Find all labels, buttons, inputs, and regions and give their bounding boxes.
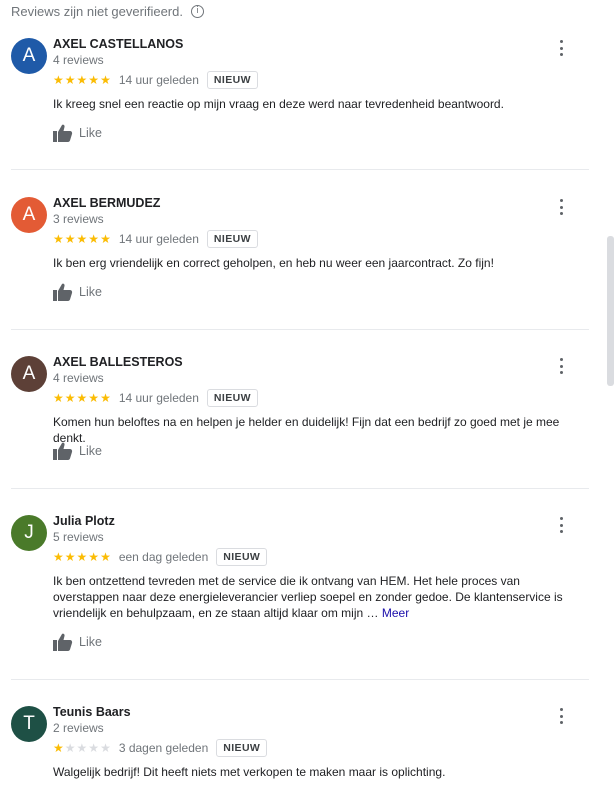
- star-icon: ★: [53, 391, 64, 405]
- reviewer-name[interactable]: AXEL BALLESTEROS: [53, 355, 183, 369]
- info-icon[interactable]: i: [190, 5, 204, 18]
- more-options-icon[interactable]: [555, 199, 567, 215]
- review-card: A AXEL BALLESTEROS 4 reviews ★ ★ ★ ★ ★ 14 uu…: [11, 355, 589, 489]
- thumbs-up-icon: [53, 442, 73, 460]
- star-icon: ★: [88, 391, 100, 405]
- review-meta: ★ ★ ★ ★ ★ een dag geleden NIEUW: [53, 547, 268, 567]
- review-card: A AXEL CASTELLANOS 4 reviews ★ ★ ★ ★ ★ 14 uu…: [11, 37, 589, 170]
- thumbs-up-icon: [53, 633, 73, 651]
- like-button[interactable]: Like: [53, 442, 102, 460]
- review-count: 2 reviews: [53, 721, 104, 735]
- star-icon: ★: [100, 550, 111, 564]
- review-time: 3 dagen geleden: [118, 741, 209, 755]
- review-text: Walgelijk bedrijf! Dit heeft niets met v…: [53, 765, 446, 779]
- new-badge: NIEUW: [216, 739, 268, 757]
- star-icon: ★: [100, 391, 111, 405]
- notice-text: Reviews zijn niet geverifieerd.: [11, 4, 183, 19]
- star-icon: ★: [53, 232, 64, 246]
- reviewer-name[interactable]: AXEL BERMUDEZ: [53, 196, 160, 210]
- star-icon: ★: [64, 391, 76, 405]
- review-card: J Julia Plotz 5 reviews ★ ★ ★ ★ ★ een dag ge…: [11, 514, 589, 680]
- review-meta: ★ ★ ★ ★ ★ 3 dagen geleden NIEUW: [53, 738, 268, 758]
- review-count: 3 reviews: [53, 212, 104, 226]
- reviewer-name[interactable]: AXEL CASTELLANOS: [53, 37, 183, 51]
- review-text-content: Ik ben ontzettend tevreden met de servic…: [53, 574, 563, 620]
- reviewer-name[interactable]: Teunis Baars: [53, 705, 131, 719]
- star-rating: ★ ★ ★ ★ ★: [53, 551, 111, 563]
- star-icon: ★: [88, 232, 100, 246]
- new-badge: NIEUW: [206, 389, 258, 407]
- review-time: 14 uur geleden: [118, 232, 199, 246]
- star-icon: ★: [88, 73, 100, 87]
- star-rating: ★ ★ ★ ★ ★: [53, 392, 111, 404]
- thumbs-up-icon: [53, 124, 73, 142]
- like-button[interactable]: Like: [53, 283, 102, 301]
- star-icon: ★: [100, 73, 111, 87]
- star-rating: ★ ★ ★ ★ ★: [53, 742, 111, 754]
- review-time: een dag geleden: [118, 550, 209, 564]
- review-card: T Teunis Baars 2 reviews ★ ★ ★ ★ ★ 3 dagen g…: [11, 705, 589, 800]
- reviewer-name[interactable]: Julia Plotz: [53, 514, 115, 528]
- review-text: Ik kreeg snel een reactie op mijn vraag …: [53, 97, 504, 111]
- star-icon: ★: [53, 73, 64, 87]
- new-badge: NIEUW: [206, 230, 258, 248]
- star-rating: ★ ★ ★ ★ ★: [53, 74, 111, 86]
- review-count: 4 reviews: [53, 371, 104, 385]
- star-icon: ★: [88, 741, 100, 755]
- star-icon: ★: [100, 741, 111, 755]
- like-button[interactable]: Like: [53, 633, 102, 651]
- avatar[interactable]: T: [11, 706, 47, 742]
- review-count: 4 reviews: [53, 53, 104, 67]
- star-icon: ★: [64, 741, 76, 755]
- review-text: Ik ben ontzettend tevreden met de servic…: [53, 573, 568, 621]
- review-count: 5 reviews: [53, 530, 104, 544]
- review-time: 14 uur geleden: [118, 73, 199, 87]
- scrollbar-thumb[interactable]: [607, 236, 614, 386]
- review-meta: ★ ★ ★ ★ ★ 14 uur geleden NIEUW: [53, 229, 258, 249]
- star-icon: ★: [88, 550, 100, 564]
- like-label: Like: [79, 126, 102, 140]
- thumbs-up-icon: [53, 283, 73, 301]
- star-icon: ★: [76, 73, 88, 87]
- star-icon: ★: [100, 232, 111, 246]
- review-text: Ik ben erg vriendelijk en correct geholp…: [53, 256, 494, 270]
- review-meta: ★ ★ ★ ★ ★ 14 uur geleden NIEUW: [53, 70, 258, 90]
- star-icon: ★: [76, 550, 88, 564]
- star-icon: ★: [64, 232, 76, 246]
- star-icon: ★: [64, 73, 76, 87]
- review-meta: ★ ★ ★ ★ ★ 14 uur geleden NIEUW: [53, 388, 258, 408]
- avatar[interactable]: A: [11, 356, 47, 392]
- like-button[interactable]: Like: [53, 124, 102, 142]
- review-text: Komen hun beloftes na en helpen je helde…: [53, 415, 560, 445]
- more-options-icon[interactable]: [555, 708, 567, 724]
- like-label: Like: [79, 285, 102, 299]
- more-options-icon[interactable]: [555, 358, 567, 374]
- star-icon: ★: [76, 741, 88, 755]
- avatar[interactable]: J: [11, 515, 47, 551]
- star-icon: ★: [53, 550, 64, 564]
- avatar[interactable]: A: [11, 197, 47, 233]
- new-badge: NIEUW: [216, 548, 268, 566]
- avatar[interactable]: A: [11, 38, 47, 74]
- unverified-notice: Reviews zijn niet geverifieerd. i: [11, 4, 204, 19]
- like-label: Like: [79, 444, 102, 458]
- more-options-icon[interactable]: [555, 40, 567, 56]
- review-card: A AXEL BERMUDEZ 3 reviews ★ ★ ★ ★ ★ 14 uur g…: [11, 196, 589, 330]
- star-rating: ★ ★ ★ ★ ★: [53, 233, 111, 245]
- review-time: 14 uur geleden: [118, 391, 199, 405]
- star-icon: ★: [64, 550, 76, 564]
- new-badge: NIEUW: [206, 71, 258, 89]
- star-icon: ★: [76, 232, 88, 246]
- star-icon: ★: [76, 391, 88, 405]
- read-more-link[interactable]: Meer: [382, 606, 409, 620]
- more-options-icon[interactable]: [555, 517, 567, 533]
- star-icon: ★: [53, 741, 64, 755]
- like-label: Like: [79, 635, 102, 649]
